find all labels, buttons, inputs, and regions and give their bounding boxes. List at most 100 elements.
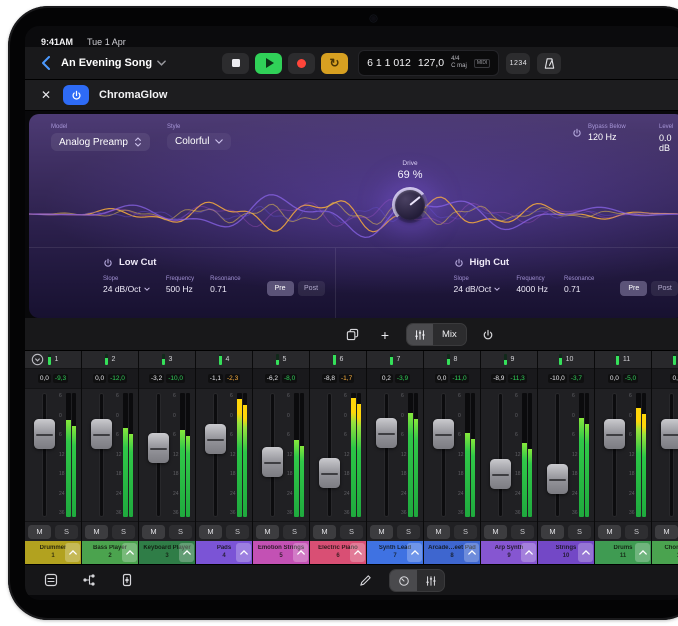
db-scale: 60612182436 [287,394,293,516]
solo-button[interactable]: S [625,525,648,539]
stack-expand-button[interactable] [635,543,650,562]
song-title-menu[interactable]: An Evening Song [61,57,166,69]
stack-expand-button[interactable] [65,543,80,562]
track-name-tag[interactable]: Electric Piano 6 [310,541,366,564]
fader-handle[interactable] [490,459,511,489]
high-cut-power-icon[interactable] [454,258,464,268]
track-name-tag[interactable]: Bass Player 2 [82,541,138,564]
track-name-tag[interactable]: Drums 11 [595,541,651,564]
high-cut-pre-button[interactable]: Pre [620,281,647,296]
duplicate-button[interactable] [340,324,364,345]
track-name-tag[interactable]: Synth Lead 7 [367,541,423,564]
fader-handle[interactable] [205,424,226,454]
play-button[interactable] [255,53,282,74]
low-cut-resonance[interactable]: Resonance 0.71 [210,276,240,294]
count-in-button[interactable]: 1234 [506,53,530,74]
channel-number: 9 [511,356,515,363]
fader-handle[interactable] [376,418,397,448]
solo-button[interactable]: S [454,525,477,539]
stack-expand-button[interactable] [578,543,593,562]
sends-view-button[interactable] [77,570,101,591]
metronome-button[interactable] [537,53,561,74]
low-cut-pre-button[interactable]: Pre [267,281,294,296]
track-name-tag[interactable]: Strings 10 [538,541,594,564]
mute-button[interactable]: M [85,525,108,539]
fader-handle[interactable] [433,419,454,449]
lcd-display[interactable]: 6 1 1 012 127,0 4/4 C maj MIDI [358,50,499,76]
solo-button[interactable]: S [283,525,306,539]
fader-handle[interactable] [661,419,678,449]
mute-button[interactable]: M [541,525,564,539]
mute-button[interactable]: M [598,525,621,539]
mute-button[interactable]: M [28,525,51,539]
mixer-power-button[interactable] [476,324,500,345]
stack-expand-button[interactable] [236,543,251,562]
cycle-button[interactable]: ↻ [321,53,348,74]
close-plugin-button[interactable]: ✕ [39,88,53,102]
mute-button[interactable]: M [142,525,165,539]
high-cut-resonance[interactable]: Resonance 0.71 [564,276,594,294]
track-name-tag[interactable]: Keyboard Player 3 [139,541,195,564]
low-cut-frequency[interactable]: Frequency 500 Hz [166,276,194,294]
track-name-tag[interactable]: Pads 4 [196,541,252,564]
fader-handle[interactable] [547,464,568,494]
mute-button[interactable]: M [313,525,336,539]
solo-button[interactable]: S [112,525,135,539]
model-selector[interactable]: Model Analog Preamp [51,124,150,151]
fader-handle[interactable] [91,419,112,449]
fader-handle[interactable] [34,419,55,449]
solo-button[interactable]: S [340,525,363,539]
stack-expand-button[interactable] [122,543,137,562]
mute-solo-row: M S [481,521,537,541]
track-name-tag[interactable]: Arp Synth 9 [481,541,537,564]
mix-mode-control[interactable]: Mix [406,323,467,346]
solo-button[interactable]: S [511,525,534,539]
level-control[interactable]: Level 0.0 dB [659,124,678,153]
solo-button[interactable]: S [169,525,192,539]
low-cut-slope[interactable]: Slope 24 dB/Oct [103,276,150,294]
mute-button[interactable]: M [370,525,393,539]
high-cut-slope[interactable]: Slope 24 dB/Oct [454,276,501,294]
drive-knob[interactable] [392,187,428,223]
high-cut-frequency[interactable]: Frequency 4000 Hz [516,276,548,294]
high-cut-post-button[interactable]: Post [651,281,678,296]
channel-strip-view-button[interactable] [115,570,139,591]
record-button[interactable] [288,53,315,74]
stack-expand-button[interactable] [407,543,422,562]
faders-view-button[interactable] [417,570,444,591]
stack-expand-button[interactable] [521,543,536,562]
mute-button[interactable]: M [256,525,279,539]
edit-button[interactable] [353,570,377,591]
mute-button[interactable]: M [427,525,450,539]
track-name-tag[interactable]: Arcade…eet Pad 8 [424,541,480,564]
display-options-button[interactable] [39,570,63,591]
track-name-tag[interactable]: Chorus V... 12 [652,541,678,564]
add-track-button[interactable]: + [373,324,397,345]
track-name-tag[interactable]: Drummer 1 [25,541,81,564]
stack-expand-button[interactable] [179,543,194,562]
mute-button[interactable]: M [199,525,222,539]
low-cut-power-icon[interactable] [103,258,113,268]
solo-button[interactable]: S [226,525,249,539]
solo-button[interactable]: S [568,525,591,539]
solo-button[interactable]: S [55,525,78,539]
stop-button[interactable] [222,53,249,74]
fader-handle[interactable] [262,447,283,477]
low-cut-post-button[interactable]: Post [298,281,325,296]
controls-view-button[interactable] [390,570,417,591]
solo-button[interactable]: S [397,525,420,539]
stack-expand-button[interactable] [350,543,365,562]
mute-button[interactable]: M [484,525,507,539]
back-button[interactable] [37,53,55,73]
fader-handle[interactable] [148,433,169,463]
plugin-power-button[interactable] [63,85,89,105]
style-selector[interactable]: Style Colorful [167,124,231,150]
meter-bridge-toggle[interactable] [31,353,44,366]
fader-handle[interactable] [604,419,625,449]
mute-button[interactable]: M [655,525,678,539]
stack-expand-button[interactable] [293,543,308,562]
stack-expand-button[interactable] [464,543,479,562]
bypass-below-control[interactable]: Bypass Below 120 Hz [572,124,626,142]
track-name-tag[interactable]: Emotion Strings 5 [253,541,309,564]
fader-handle[interactable] [319,458,340,488]
